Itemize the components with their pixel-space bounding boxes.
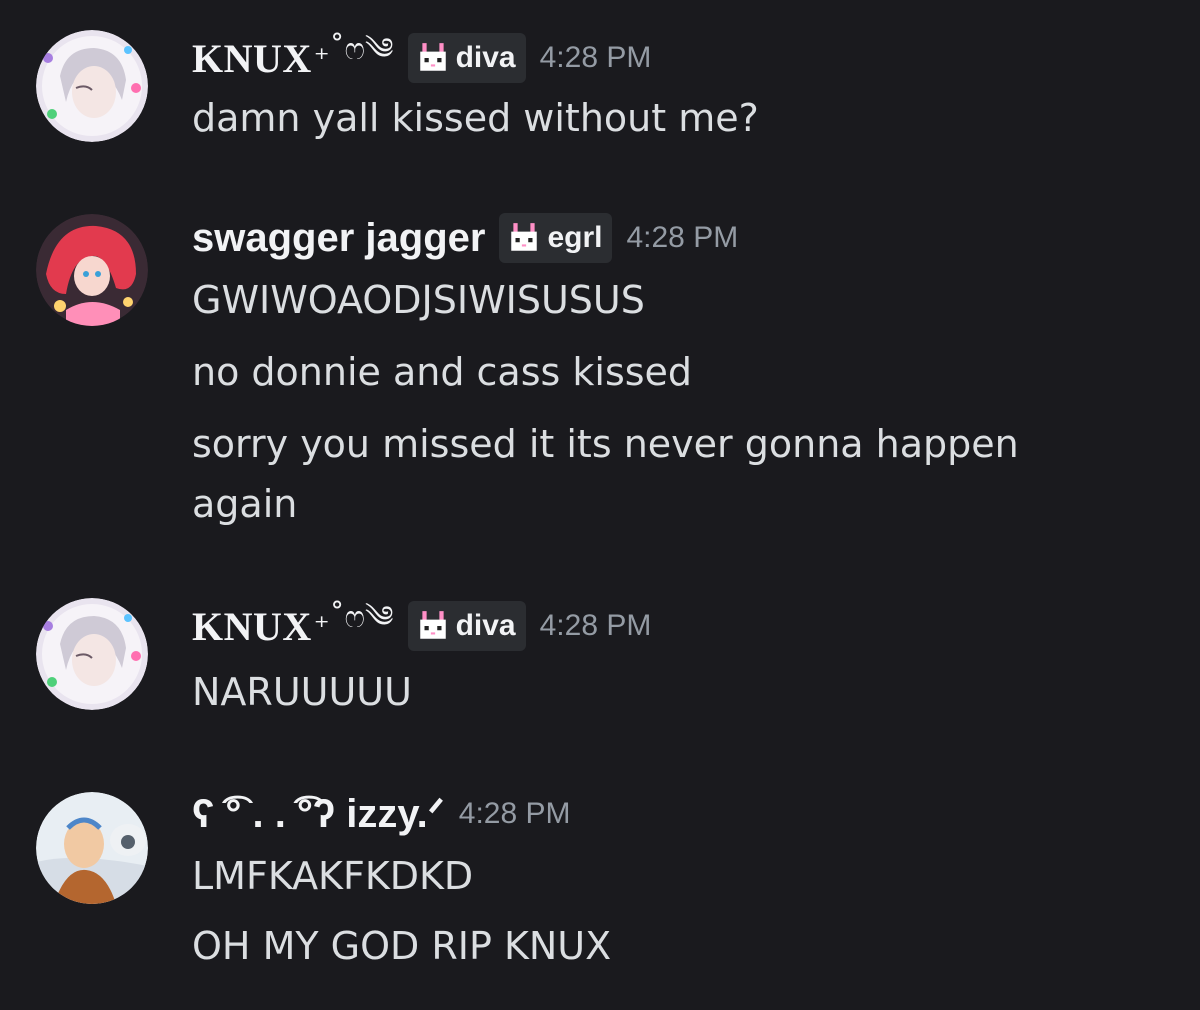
role-tag[interactable]: egrl — [499, 213, 613, 263]
timestamp: 4:28 PM — [539, 41, 652, 74]
message-header: KNUX ₊˚ෆ༄ diva 4:28 PM — [192, 30, 651, 86]
timestamp: 4:28 PM — [458, 797, 571, 830]
role-tag[interactable]: diva — [407, 33, 526, 83]
knux-avatar[interactable] — [36, 30, 148, 142]
message-text: damn yall kissed without me? — [192, 96, 759, 140]
role-tag-label: egrl — [547, 221, 603, 254]
role-tag[interactable]: diva — [407, 601, 526, 651]
message-text: GWIWOAODJSIWISUSUS — [192, 278, 645, 322]
message-header: swagger jagger egrl 4:28 PM — [192, 210, 738, 266]
username[interactable]: KNUX — [192, 603, 312, 650]
timestamp: 4:28 PM — [539, 609, 652, 642]
knux-avatar[interactable] — [36, 598, 148, 710]
role-tag-label: diva — [455, 609, 516, 642]
bunny-icon — [419, 611, 446, 639]
message-header: ʕ ͡° . . ͡°ʔ izzy.ᐟ 4:28 PM — [192, 786, 571, 842]
swagger-jagger-avatar[interactable] — [36, 214, 148, 326]
message-text: no donnie and cass kissed — [192, 350, 693, 394]
username[interactable]: KNUX — [192, 35, 312, 82]
message-text: LMFKAKFKDKD — [192, 854, 474, 898]
role-tag-label: diva — [455, 41, 516, 74]
message-header: KNUX ₊˚ෆ༄ diva 4:28 PM — [192, 598, 651, 654]
message-text: OH MY GOD RIP KNUX — [192, 924, 612, 968]
bunny-icon — [419, 43, 446, 71]
username[interactable]: ʕ ͡° . . ͡°ʔ izzy.ᐟ — [192, 791, 445, 837]
timestamp: 4:28 PM — [626, 221, 739, 254]
message-text: sorry you missed it its never gonna happ… — [192, 422, 1019, 526]
bunny-icon — [511, 223, 538, 251]
username[interactable]: swagger jagger — [192, 216, 485, 261]
izzy-avatar[interactable] — [36, 792, 148, 904]
message-text: NARUUUUU — [192, 670, 412, 714]
username-decoration: ₊˚ෆ༄ — [313, 600, 394, 635]
